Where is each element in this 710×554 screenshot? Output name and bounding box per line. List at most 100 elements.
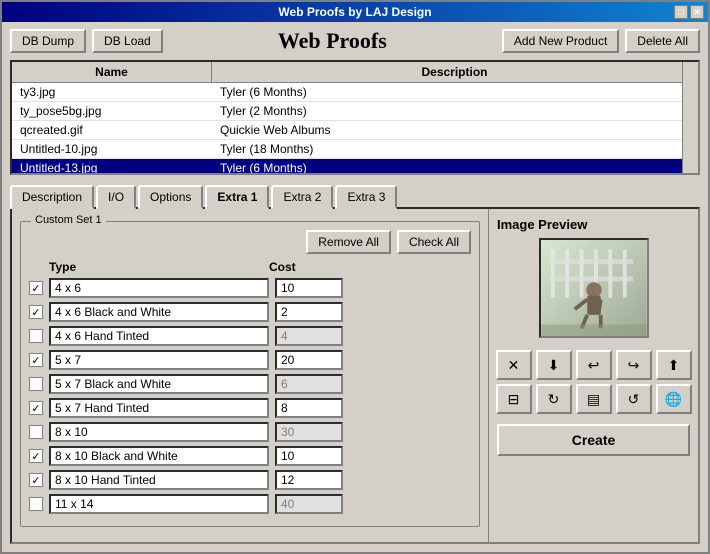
product-cost-input[interactable] [275, 302, 343, 322]
product-cost-input[interactable] [275, 350, 343, 370]
delete-all-button[interactable]: Delete All [625, 29, 700, 53]
main-window: Web Proofs by LAJ Design □ ✕ DB Dump DB … [0, 0, 710, 554]
custom-set-label: Custom Set 1 [31, 214, 106, 226]
table-cell-description: Tyler (18 Months) [212, 140, 698, 158]
product-type-input[interactable] [49, 398, 269, 418]
text-icon[interactable]: ▤ [576, 384, 612, 414]
product-checkbox[interactable] [29, 497, 43, 511]
table-row[interactable]: qcreated.gif Quickie Web Albums [12, 121, 698, 140]
product-checkbox[interactable] [29, 473, 43, 487]
product-cost-input[interactable] [275, 398, 343, 418]
tab-i/o[interactable]: I/O [96, 185, 136, 209]
product-row [29, 470, 471, 490]
add-product-button[interactable]: Add New Product [502, 29, 619, 53]
table-cell-name: qcreated.gif [12, 121, 212, 139]
product-type-input[interactable] [49, 494, 269, 514]
window-title: Web Proofs by LAJ Design [278, 5, 431, 19]
rotate-icon[interactable]: ↻ [536, 384, 572, 414]
product-row [29, 494, 471, 514]
description-column-header: Description [212, 62, 698, 82]
product-cost-input [275, 326, 343, 346]
table-cell-name: Untitled-13.jpg [12, 159, 212, 174]
product-cost-input [275, 422, 343, 442]
product-checkbox[interactable] [29, 401, 43, 415]
tab-description[interactable]: Description [10, 185, 94, 209]
image-preview-title: Image Preview [497, 217, 587, 232]
cost-column-header: Cost [269, 260, 296, 274]
product-cost-input[interactable] [275, 446, 343, 466]
tab-options[interactable]: Options [138, 185, 203, 209]
up-arrow-icon[interactable]: ⬆ [656, 350, 692, 380]
preview-image [541, 240, 647, 336]
product-type-input[interactable] [49, 470, 269, 490]
product-type-input[interactable] [49, 302, 269, 322]
table-cell-name: ty3.jpg [12, 83, 212, 101]
table-row[interactable]: Untitled-13.jpg Tyler (6 Months) [12, 159, 698, 174]
left-arrow-icon[interactable]: ↩ [576, 350, 612, 380]
right-arrow-icon[interactable]: ↪ [616, 350, 652, 380]
product-type-input[interactable] [49, 350, 269, 370]
rotate2-icon[interactable]: ↺ [616, 384, 652, 414]
product-row [29, 326, 471, 346]
title-bar: Web Proofs by LAJ Design □ ✕ [2, 2, 708, 22]
name-column-header: Name [12, 62, 212, 82]
table-cell-description: Tyler (6 Months) [212, 83, 698, 101]
product-row [29, 350, 471, 370]
toolbar-right: Add New Product Delete All [502, 29, 700, 53]
product-checkbox[interactable] [29, 449, 43, 463]
image-preview [539, 238, 649, 338]
product-row [29, 374, 471, 394]
table-row[interactable]: ty_pose5bg.jpg Tyler (2 Months) [12, 102, 698, 121]
product-cost-input[interactable] [275, 278, 343, 298]
main-content: Custom Set 1 Remove All Check All Type C… [10, 207, 700, 544]
globe-icon[interactable]: 🌐 [656, 384, 692, 414]
product-type-input[interactable] [49, 326, 269, 346]
table-cell-description: Tyler (6 Months) [212, 159, 698, 174]
x-icon[interactable]: ✕ [496, 350, 532, 380]
tab-extra-2[interactable]: Extra 2 [271, 185, 333, 209]
product-type-input[interactable] [49, 278, 269, 298]
table-cell-description: Quickie Web Albums [212, 121, 698, 139]
dash-icon[interactable]: ⊟ [496, 384, 532, 414]
product-checkbox[interactable] [29, 353, 43, 367]
product-cost-input [275, 494, 343, 514]
type-column-header: Type [29, 260, 269, 274]
product-type-input[interactable] [49, 374, 269, 394]
close-button[interactable]: ✕ [690, 5, 704, 19]
table-cell-name: ty_pose5bg.jpg [12, 102, 212, 120]
custom-set-box: Custom Set 1 Remove All Check All Type C… [20, 221, 480, 527]
product-row [29, 422, 471, 442]
down-arrow-icon[interactable]: ⬇ [536, 350, 572, 380]
tab-extra-3[interactable]: Extra 3 [335, 185, 397, 209]
table-cell-name: Untitled-10.jpg [12, 140, 212, 158]
columns-header: Type Cost [29, 260, 471, 274]
minimize-button[interactable]: □ [674, 5, 688, 19]
table-cell-description: Tyler (2 Months) [212, 102, 698, 120]
table-row[interactable]: ty3.jpg Tyler (6 Months) [12, 83, 698, 102]
product-type-input[interactable] [49, 446, 269, 466]
create-button[interactable]: Create [497, 424, 690, 456]
table-row[interactable]: Untitled-10.jpg Tyler (18 Months) [12, 140, 698, 159]
products-list [29, 278, 471, 514]
scrollbar[interactable] [682, 62, 698, 173]
db-load-button[interactable]: DB Load [92, 29, 163, 53]
product-cost-input [275, 374, 343, 394]
table-header: Name Description [12, 62, 698, 83]
title-bar-buttons: □ ✕ [674, 5, 704, 19]
product-checkbox[interactable] [29, 425, 43, 439]
tabs-row: DescriptionI/OOptionsExtra 1Extra 2Extra… [2, 175, 708, 207]
product-checkbox[interactable] [29, 377, 43, 391]
icon-grid: ✕⬇↩↪⬆ ⊟↻▤↺🌐 [496, 350, 692, 414]
product-cost-input[interactable] [275, 470, 343, 490]
toolbar: DB Dump DB Load Web Proofs Add New Produ… [2, 22, 708, 60]
files-table: Name Description ty3.jpg Tyler (6 Months… [10, 60, 700, 175]
product-checkbox[interactable] [29, 281, 43, 295]
db-dump-button[interactable]: DB Dump [10, 29, 86, 53]
set-toolbar: Remove All Check All [29, 230, 471, 254]
check-all-button[interactable]: Check All [397, 230, 471, 254]
tab-extra-1[interactable]: Extra 1 [205, 185, 269, 209]
product-type-input[interactable] [49, 422, 269, 442]
product-checkbox[interactable] [29, 329, 43, 343]
product-checkbox[interactable] [29, 305, 43, 319]
remove-all-button[interactable]: Remove All [306, 230, 391, 254]
